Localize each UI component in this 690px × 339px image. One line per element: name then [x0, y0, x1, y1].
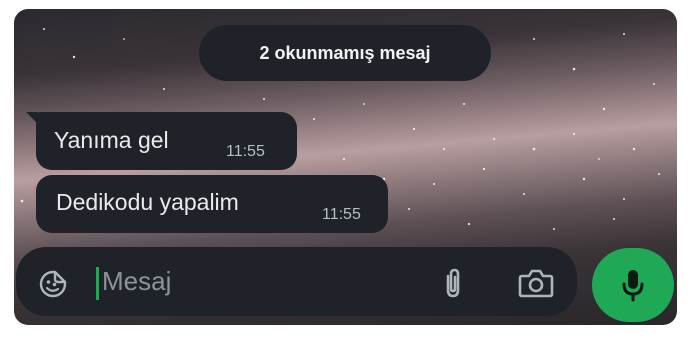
message-time: 11:55 [322, 206, 361, 223]
message-composer[interactable]: Mesaj [16, 247, 577, 316]
text-cursor [96, 267, 99, 300]
sticker-icon[interactable] [36, 267, 70, 301]
message-input[interactable]: Mesaj [102, 266, 171, 297]
message-text: Dedikodu yapalim [56, 189, 239, 215]
message-time: 11:55 [226, 143, 265, 160]
message-text: Yanıma gel [54, 127, 169, 153]
voice-record-button[interactable] [592, 248, 674, 322]
message-bubble[interactable]: Dedikodu yapalim 11:55 [36, 175, 388, 233]
camera-icon[interactable] [516, 265, 556, 301]
message-bubble[interactable]: Yanıma gel 11:55 [36, 112, 297, 170]
message-tail [26, 112, 38, 124]
unread-messages-label: 2 okunmamış mesaj [259, 42, 431, 63]
paperclip-icon[interactable] [436, 265, 470, 301]
unread-messages-badge: 2 okunmamış mesaj [199, 25, 491, 81]
microphone-icon [620, 267, 646, 303]
